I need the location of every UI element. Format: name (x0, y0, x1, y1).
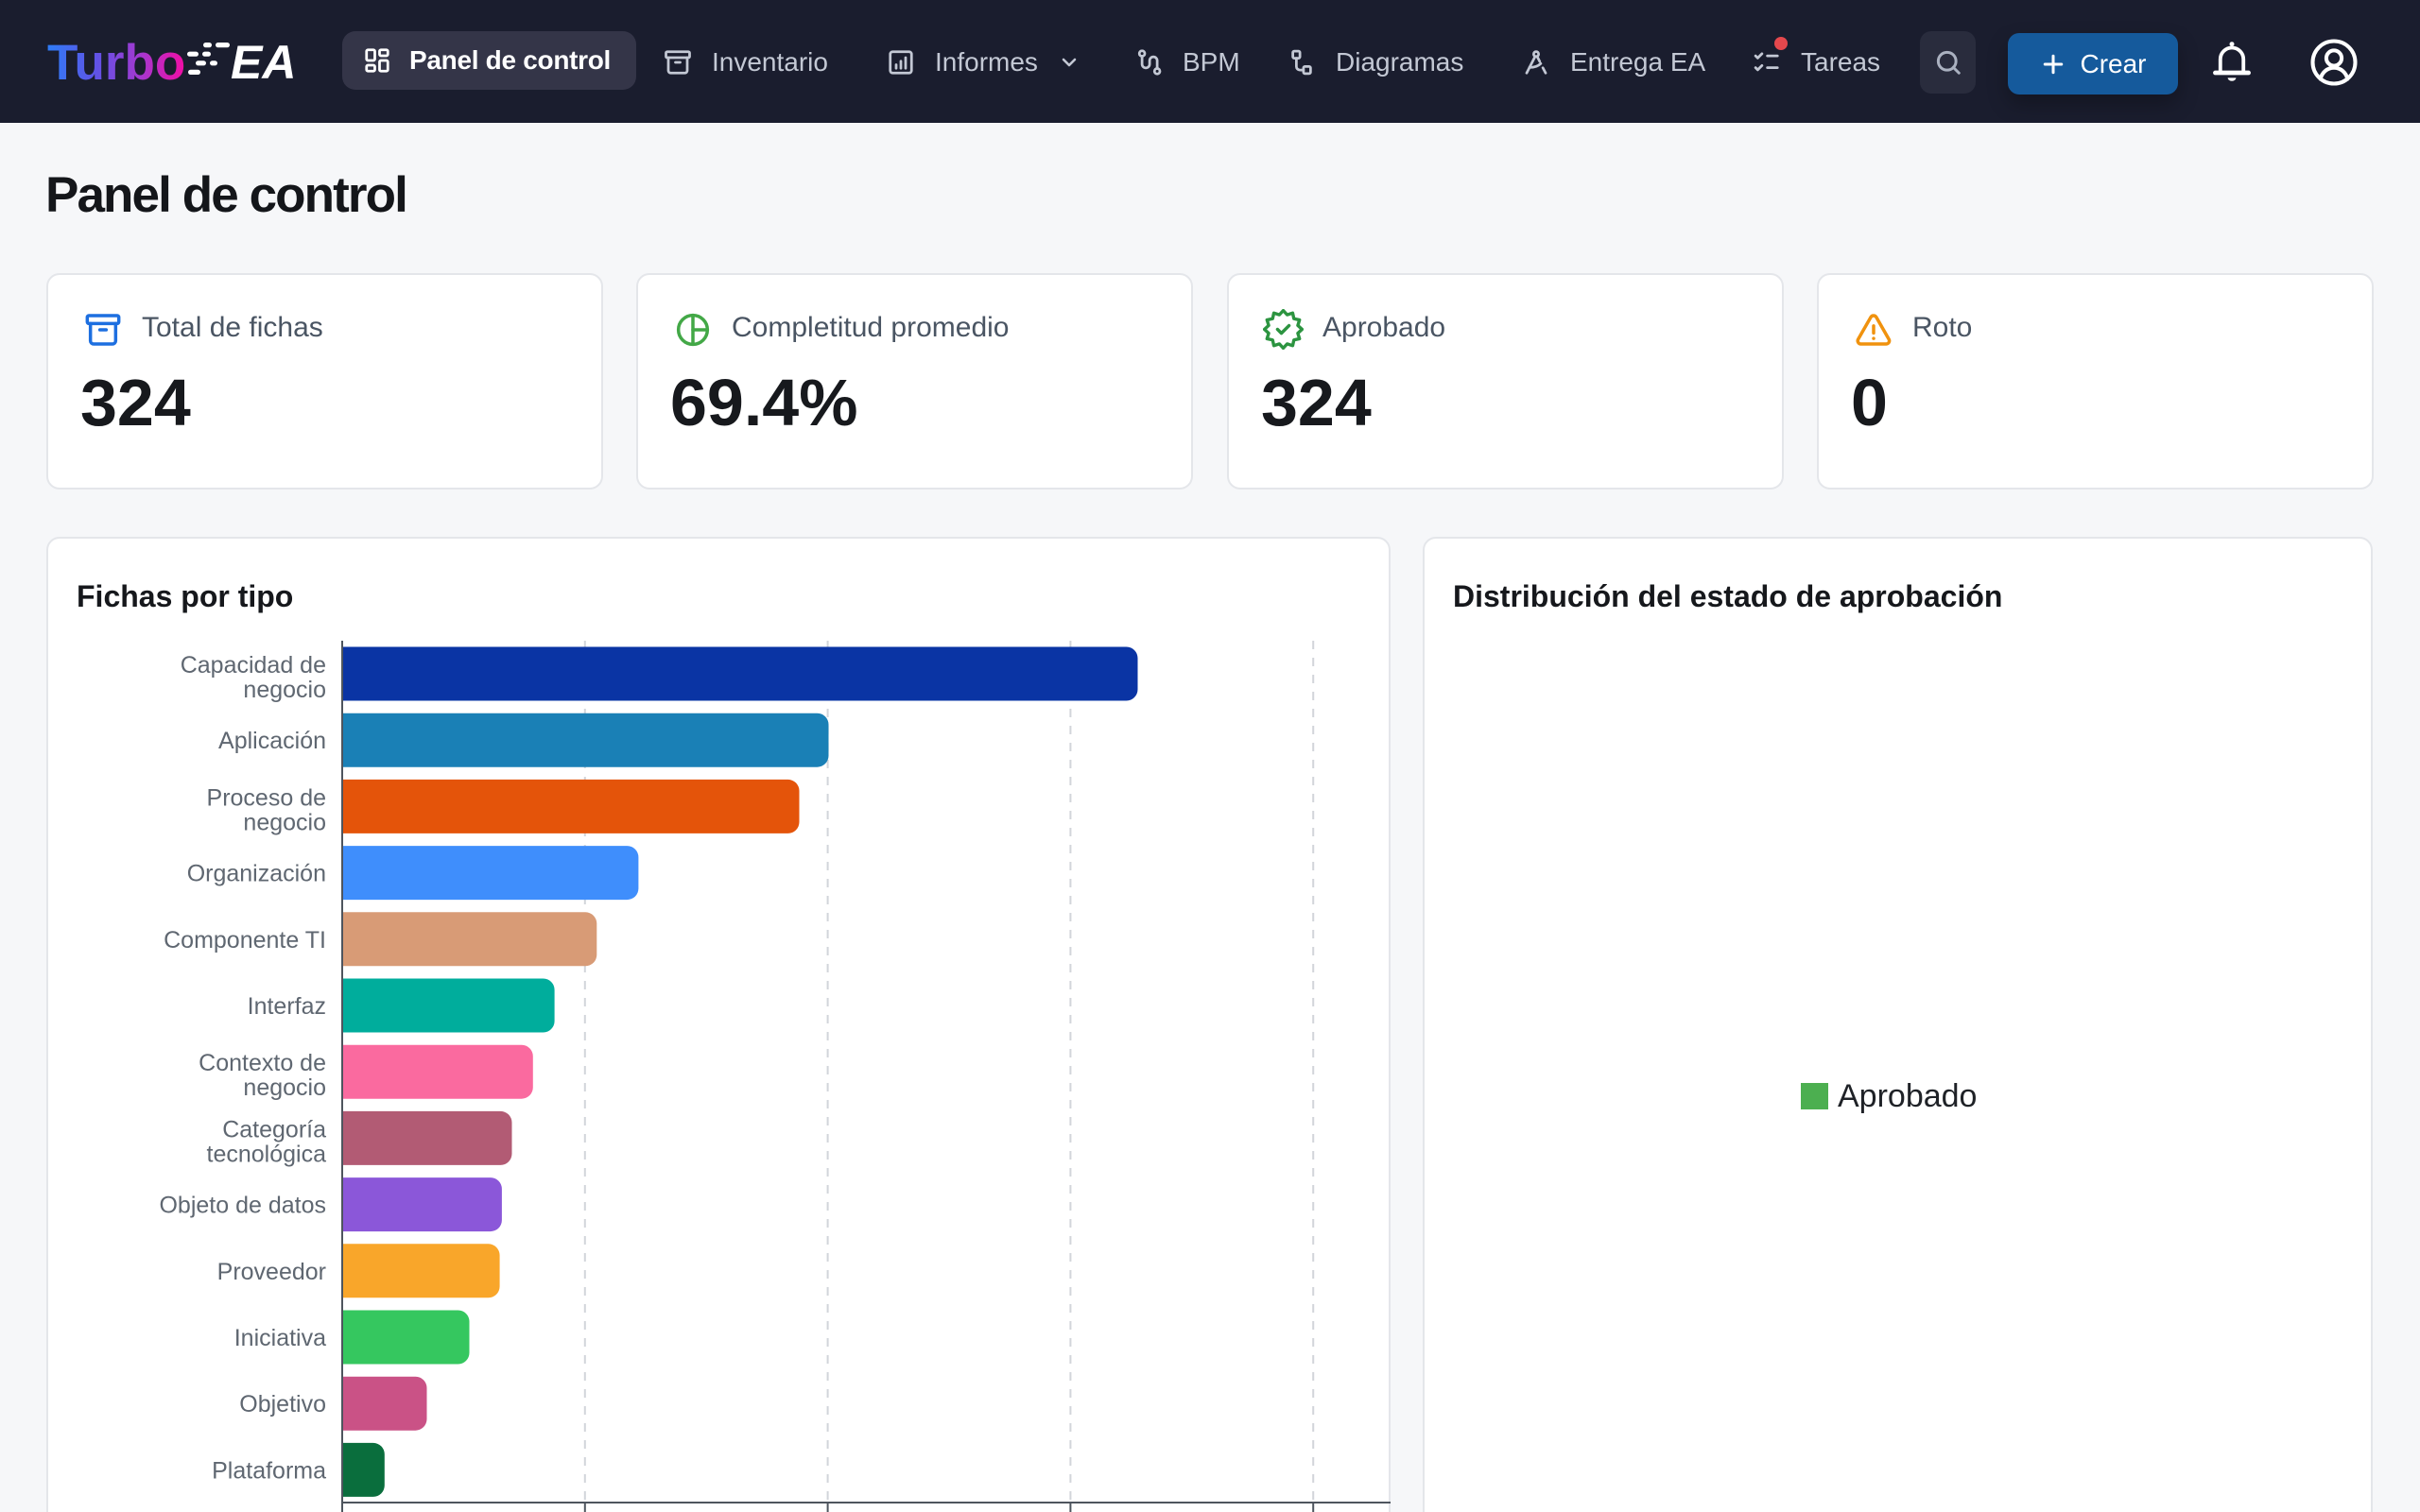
svg-text:Objeto de datos: Objeto de datos (159, 1193, 326, 1219)
svg-text:Objetivo: Objetivo (239, 1391, 326, 1418)
svg-text:Interfaz: Interfaz (248, 993, 326, 1020)
svg-text:Componente TI: Componente TI (164, 927, 326, 954)
svg-text:negocio: negocio (243, 809, 326, 835)
svg-text:Proveedor: Proveedor (217, 1259, 326, 1285)
svg-text:Organización: Organización (187, 861, 326, 887)
svg-text:Categoría: Categoría (222, 1116, 326, 1143)
svg-text:Aplicación: Aplicación (218, 728, 326, 754)
svg-text:Proceso de: Proceso de (207, 784, 326, 811)
svg-text:Iniciativa: Iniciativa (234, 1325, 326, 1351)
svg-text:Capacidad de: Capacidad de (181, 652, 326, 679)
svg-text:Plataforma: Plataforma (212, 1457, 326, 1484)
svg-text:tecnológica: tecnológica (207, 1141, 327, 1167)
svg-text:negocio: negocio (243, 1074, 326, 1101)
svg-text:negocio: negocio (243, 677, 326, 703)
svg-text:Contexto de: Contexto de (199, 1050, 326, 1076)
svg-text:EA: EA (231, 36, 296, 89)
